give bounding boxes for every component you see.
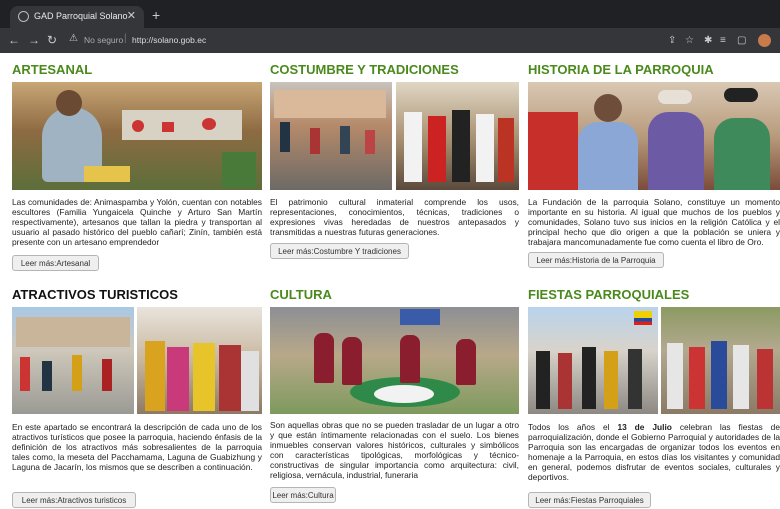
close-tab-icon[interactable]: ✕: [127, 9, 136, 22]
section-title-atractivos: ATRACTIVOS TURISTICOS: [12, 287, 178, 302]
leer-mas-atractivos-button[interactable]: Leer más:Atractivos turisticos: [12, 492, 136, 508]
cultura-photo: [270, 307, 519, 414]
fiestas-photo-2: [661, 307, 780, 414]
fiestas-desc-part1: Todos los años el: [528, 422, 618, 432]
side-panel-icon[interactable]: ▢: [737, 35, 746, 46]
section-title-artesanal: ARTESANAL: [12, 62, 93, 77]
leer-mas-historia-button[interactable]: Leer más:Historia de la Parroquia: [528, 252, 664, 268]
forward-icon[interactable]: →: [28, 33, 40, 47]
warning-icon: ⚠: [69, 33, 78, 44]
section-title-costumbre: COSTUMBRE Y TRADICIONES: [270, 62, 459, 77]
browser-tab-bar: GAD Parroquial Solano ✕ +: [0, 0, 780, 28]
atractivos-description: En este apartado se encontrará la descri…: [12, 422, 262, 472]
section-title-cultura: CULTURA: [270, 287, 332, 302]
leer-mas-fiestas-button[interactable]: Leer más:Fiestas Parroquiales: [528, 492, 651, 508]
section-title-historia: HISTORIA DE LA PARROQUIA: [528, 62, 714, 77]
leer-mas-costumbre-button[interactable]: Leer más:Costumbre Y tradiciones: [270, 243, 409, 259]
historia-photo: [528, 82, 780, 190]
tab-title: GAD Parroquial Solano: [34, 11, 128, 21]
leer-mas-cultura-button[interactable]: Leer más:Cultura: [270, 487, 336, 503]
back-icon[interactable]: ←: [8, 33, 20, 47]
reload-icon[interactable]: ↻: [47, 33, 57, 47]
section-title-fiestas: FIESTAS PARROQUIALES: [528, 287, 690, 302]
costumbre-description: El patrimonio cultural inmaterial compre…: [270, 197, 519, 237]
profile-avatar[interactable]: [758, 34, 771, 47]
historia-description: La Fundación de la parroquia Solano, con…: [528, 197, 780, 247]
artesanal-description: Las comunidades de: Animaspamba y Yolón,…: [12, 197, 262, 247]
new-tab-icon[interactable]: +: [152, 7, 160, 23]
fiestas-description: Todos los años el 13 de Julio celebran l…: [528, 422, 780, 482]
artesanal-photo: [12, 82, 262, 190]
browser-nav-bar: ← → ↻ ⚠ No seguro | http://solano.gob.ec…: [0, 28, 780, 53]
fiestas-date: 13 de Julio: [617, 422, 672, 432]
reading-list-icon[interactable]: ≡: [720, 35, 726, 46]
fiestas-photo-1: [528, 307, 658, 414]
security-label: No seguro: [84, 35, 124, 45]
browser-tab[interactable]: GAD Parroquial Solano ✕: [10, 6, 144, 28]
url-text[interactable]: http://solano.gob.ec: [132, 35, 206, 45]
address-bar[interactable]: ⚠ No seguro | http://solano.gob.ec: [66, 32, 666, 49]
bookmark-star-icon[interactable]: ☆: [685, 35, 694, 46]
costumbre-photo-1: [270, 82, 392, 190]
costumbre-photo-2: [396, 82, 519, 190]
atractivos-photo-2: [137, 307, 262, 414]
leer-mas-artesanal-button[interactable]: Leer más:Artesanal: [12, 255, 99, 271]
atractivos-photo-1: [12, 307, 134, 414]
share-icon[interactable]: ⇪: [668, 35, 676, 46]
separator: |: [124, 33, 127, 44]
extension-icon[interactable]: ✱: [704, 35, 712, 46]
cultura-description: Son aquellas obras que no se pueden tras…: [270, 420, 519, 480]
globe-icon: [18, 11, 29, 22]
